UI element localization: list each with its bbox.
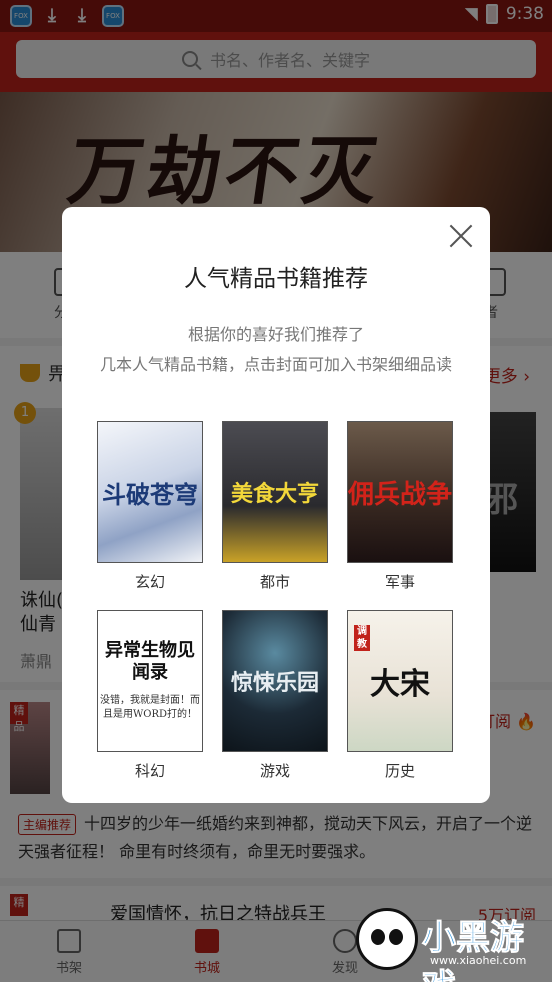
book-cover[interactable]: 佣兵战争 xyxy=(347,421,453,563)
cover-title: 佣兵战争 xyxy=(348,479,453,510)
recommended-book[interactable]: 惊悚乐园 游戏 xyxy=(222,610,328,781)
recommended-book[interactable]: 佣兵战争 军事 xyxy=(347,421,453,592)
dialog-description: 几本人气精品书籍，点击封面可加入书架细细品读 xyxy=(99,355,452,374)
cover-title: 惊悚乐园 xyxy=(230,670,319,696)
cover-title: 大宋 xyxy=(370,667,430,702)
recommended-book[interactable]: 异常生物见闻录 没错，我就是封面！而且是用WORD打的！ 科幻 xyxy=(97,610,203,781)
cover-tag: 调教 xyxy=(354,625,370,651)
recommended-book[interactable]: 美食大亨 都市 xyxy=(222,421,328,592)
book-cover[interactable]: 调教 大宋 xyxy=(347,610,453,752)
recommended-book[interactable]: 斗破苍穹 玄幻 xyxy=(97,421,203,592)
panda-logo-icon xyxy=(356,908,418,970)
cover-title: 斗破苍穹 xyxy=(102,479,198,509)
dialog-description: 根据你的喜好我们推荐了 xyxy=(187,325,364,344)
dialog-title: 人气精品书籍推荐 xyxy=(184,266,368,292)
recommend-dialog: 人气精品书籍推荐 根据你的喜好我们推荐了 几本人气精品书籍，点击封面可加入书架细… xyxy=(62,207,490,803)
cover-title: 美食大亨 xyxy=(230,481,319,507)
genre-label: 游戏 xyxy=(259,762,290,780)
cover-subtitle: 没错，我就是封面！而且是用WORD打的！ xyxy=(100,695,200,720)
close-icon[interactable] xyxy=(448,223,474,249)
genre-label: 都市 xyxy=(259,573,290,591)
cover-title: 异常生物见闻录 xyxy=(105,640,195,683)
book-cover[interactable]: 惊悚乐园 xyxy=(222,610,328,752)
genre-label: 历史 xyxy=(384,762,415,780)
watermark-brand: 小黑游戏 xyxy=(422,918,525,982)
watermark: 小黑游戏 www.xiaohei.com xyxy=(356,908,546,982)
genre-label: 军事 xyxy=(384,573,415,591)
book-cover[interactable]: 斗破苍穹 xyxy=(97,421,203,563)
genre-label: 玄幻 xyxy=(134,573,165,591)
book-cover[interactable]: 异常生物见闻录 没错，我就是封面！而且是用WORD打的！ xyxy=(97,610,203,752)
recommended-book[interactable]: 调教 大宋 历史 xyxy=(347,610,453,781)
book-cover[interactable]: 美食大亨 xyxy=(222,421,328,563)
watermark-url: www.xiaohei.com xyxy=(430,954,527,967)
genre-label: 科幻 xyxy=(134,762,165,780)
